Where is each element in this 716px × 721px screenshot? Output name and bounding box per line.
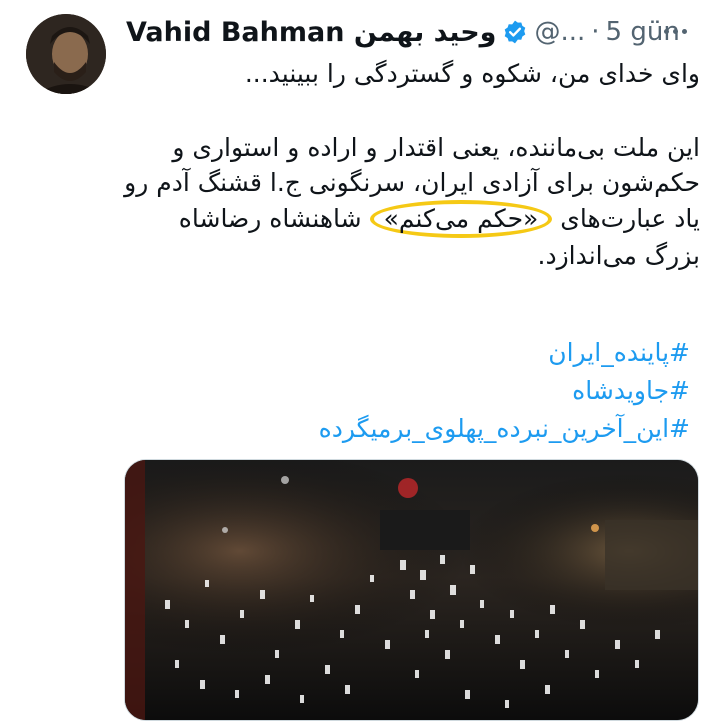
avatar[interactable] xyxy=(26,14,106,94)
verified-badge-icon xyxy=(502,19,528,45)
author-handle[interactable]: @... xyxy=(534,17,585,47)
tweet-text-line1: وای خدای من، شکوه و گستردگی را ببینید... xyxy=(244,59,700,88)
highlighted-phrase: «حکم می‌کنم» xyxy=(369,200,553,238)
author-name[interactable]: Vahid Bahman وحید بهمن xyxy=(126,17,496,48)
media-night-crowd-image xyxy=(125,460,698,720)
header-separator: · xyxy=(591,17,600,47)
tweet-media[interactable] xyxy=(124,459,699,721)
more-options-icon[interactable] xyxy=(662,18,688,44)
avatar-photo xyxy=(26,14,106,94)
hashtag-link[interactable]: #پاینده_ایران xyxy=(120,334,690,372)
tweet-text-paragraph: این ملت بی‌ماننده، یعنی اقتدار و اراده و… xyxy=(120,130,700,273)
hashtag-link[interactable]: #جاویدشاه xyxy=(120,372,690,410)
hashtag-link[interactable]: #این_آخرین_نبرده_پهلوی_برمیگرده xyxy=(120,410,690,448)
hashtag-list: #پاینده_ایران #جاویدشاه #این_آخرین_نبرده… xyxy=(120,334,690,448)
tweet-header: Vahid Bahman وحید بهمن @... · 5 gün xyxy=(126,10,706,54)
